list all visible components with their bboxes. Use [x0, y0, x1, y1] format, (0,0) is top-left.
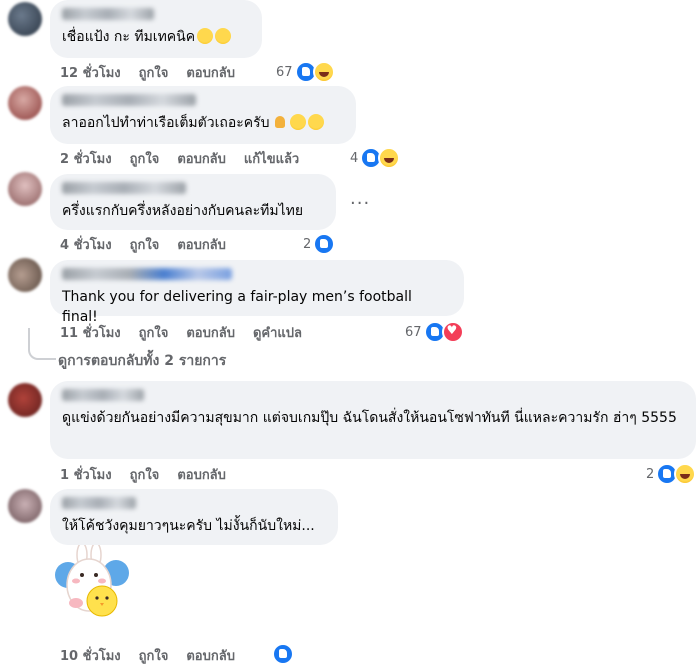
- reply-button[interactable]: ตอบกลับ: [186, 645, 235, 666]
- see-translation-link[interactable]: ดูคำแปล: [253, 322, 302, 343]
- author-name-blurred[interactable]: [62, 268, 232, 280]
- comment-bubble: Thank you for delivering a fair-play men…: [50, 260, 464, 325]
- reaction-summary[interactable]: 2: [646, 463, 697, 485]
- like-button[interactable]: ถูกใจ: [130, 464, 160, 485]
- reply-button[interactable]: ตอบกลับ: [177, 148, 226, 169]
- edited-label[interactable]: แก้ไขแล้ว: [244, 148, 299, 169]
- like-button[interactable]: ถูกใจ: [139, 322, 169, 343]
- author-name-blurred[interactable]: [62, 182, 186, 194]
- haha-reaction-icon: [378, 147, 401, 169]
- reaction-count: 67: [405, 324, 422, 340]
- haha-reaction-icon: [674, 463, 697, 485]
- avatar[interactable]: [8, 86, 42, 120]
- grin-emoji-icon: [215, 28, 232, 44]
- bunny-chick-sticker[interactable]: [52, 545, 132, 625]
- more-options-button[interactable]: ...: [350, 188, 370, 209]
- comment-bubble: ให้โค้ชวังคุมยาวๆนะครับ ไม่งั้นก็นับใหม่…: [50, 489, 338, 545]
- reply-button[interactable]: ตอบกลับ: [177, 234, 226, 255]
- author-name-blurred[interactable]: [62, 389, 144, 401]
- author-name-blurred[interactable]: [62, 497, 136, 509]
- grin-sweat-emoji-icon: [307, 114, 324, 130]
- comment-bubble: ลาออกไปทำท่าเรือเต็มตัวเถอะครับ: [50, 86, 356, 144]
- avatar[interactable]: [8, 2, 42, 36]
- like-button[interactable]: ถูกใจ: [130, 148, 160, 169]
- view-replies-link[interactable]: ดูการตอบกลับทั้ง 2 รายการ: [58, 350, 226, 372]
- reaction-count: 2: [646, 466, 655, 482]
- comment-text: เชื่อแป้ง กะ ทีมเทคนิค: [62, 29, 196, 45]
- folded-hands-emoji-icon: [272, 114, 288, 130]
- reaction-count: 67: [276, 64, 293, 80]
- comment-text: ให้โค้ชวังคุมยาวๆนะครับ ไม่งั้นก็นับใหม่…: [62, 518, 315, 534]
- comment-actions: 10 ชั่วโมง ถูกใจ ตอบกลับ: [60, 645, 253, 666]
- timestamp[interactable]: 4 ชั่วโมง: [60, 234, 112, 255]
- grin-emoji-icon: [197, 28, 214, 44]
- reaction-summary[interactable]: [272, 643, 294, 665]
- like-button[interactable]: ถูกใจ: [139, 62, 169, 83]
- like-reaction-icon: [272, 643, 294, 665]
- avatar[interactable]: [8, 489, 42, 523]
- like-reaction-icon: [313, 233, 336, 255]
- author-name-blurred[interactable]: [62, 8, 154, 20]
- timestamp[interactable]: 12 ชั่วโมง: [60, 62, 121, 83]
- reaction-count: 4: [350, 150, 359, 166]
- comment-bubble: เชื่อแป้ง กะ ทีมเทคนิค: [50, 0, 262, 58]
- reply-button[interactable]: ตอบกลับ: [186, 62, 235, 83]
- like-button[interactable]: ถูกใจ: [130, 234, 160, 255]
- timestamp[interactable]: 10 ชั่วโมง: [60, 645, 121, 666]
- comment-text: ดูแข่งด้วยกันอย่างมีความสุขมาก แต่จบเกมป…: [62, 410, 677, 426]
- avatar[interactable]: [8, 383, 42, 417]
- grin-emoji-icon: [289, 114, 306, 130]
- comment-actions: 11 ชั่วโมง ถูกใจ ตอบกลับ ดูคำแปล: [60, 322, 320, 343]
- reply-thread-line: [28, 328, 56, 360]
- haha-reaction-icon: [312, 61, 335, 83]
- comment-actions: 2 ชั่วโมง ถูกใจ ตอบกลับ แก้ไขแล้ว: [60, 148, 317, 169]
- timestamp[interactable]: 2 ชั่วโมง: [60, 148, 112, 169]
- comment-bubble: ครึ่งแรกกับครึ่งหลังอย่างกับคนละทีมไทย: [50, 174, 336, 230]
- reaction-summary[interactable]: 67: [405, 321, 464, 343]
- comment-actions: 1 ชั่วโมง ถูกใจ ตอบกลับ: [60, 464, 244, 485]
- avatar[interactable]: [8, 258, 42, 292]
- reply-button[interactable]: ตอบกลับ: [186, 322, 235, 343]
- reply-button[interactable]: ตอบกลับ: [177, 464, 226, 485]
- comment-actions: 4 ชั่วโมง ถูกใจ ตอบกลับ: [60, 234, 244, 255]
- reaction-summary[interactable]: 67: [276, 61, 335, 83]
- comment-bubble: ดูแข่งด้วยกันอย่างมีความสุขมาก แต่จบเกมป…: [50, 381, 696, 459]
- like-button[interactable]: ถูกใจ: [139, 645, 169, 666]
- timestamp[interactable]: 1 ชั่วโมง: [60, 464, 112, 485]
- comment-text: ลาออกไปทำท่าเรือเต็มตัวเถอะครับ: [62, 115, 270, 131]
- comment-text: ครึ่งแรกกับครึ่งหลังอย่างกับคนละทีมไทย: [62, 203, 304, 219]
- avatar[interactable]: [8, 172, 42, 206]
- reaction-summary[interactable]: 4: [350, 147, 401, 169]
- timestamp[interactable]: 11 ชั่วโมง: [60, 322, 121, 343]
- love-reaction-icon: [441, 321, 464, 343]
- author-name-blurred[interactable]: [62, 94, 196, 106]
- reaction-summary[interactable]: 2: [303, 233, 336, 255]
- comment-actions: 12 ชั่วโมง ถูกใจ ตอบกลับ: [60, 62, 253, 83]
- reaction-count: 2: [303, 236, 312, 252]
- comment-text: Thank you for delivering a fair-play men…: [62, 289, 412, 325]
